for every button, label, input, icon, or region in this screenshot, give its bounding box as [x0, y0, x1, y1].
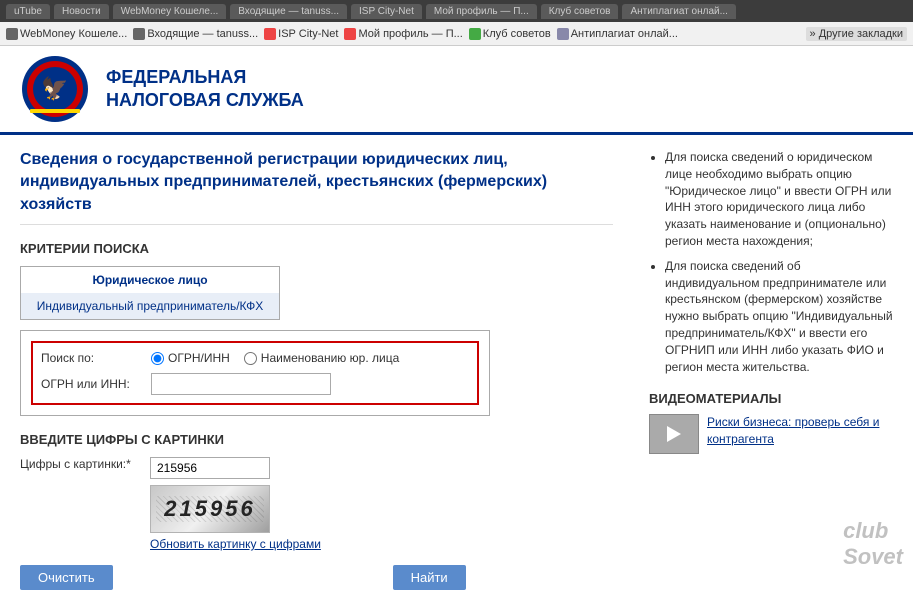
bookmark-favicon-webmoney [6, 28, 18, 40]
tab-youtube[interactable]: uTube [6, 4, 50, 19]
radio-name[interactable] [244, 352, 257, 365]
ogrn-row: ОГРН или ИНН: [41, 373, 469, 395]
site-header: 🦅 ФЕДЕРАЛЬНАЯ НАЛОГОВАЯ СЛУЖБА [0, 46, 913, 135]
entity-tabs: Юридическое лицо Индивидуальный предприн… [20, 266, 280, 320]
captcha-label: Цифры с картинки:* [20, 457, 140, 471]
bookmark-club[interactable]: Клуб советов [469, 28, 551, 40]
video-section-title: ВИДЕОМАТЕРИАЛЫ [649, 391, 897, 406]
tab-profile[interactable]: Мой профиль — П... [426, 4, 537, 19]
page-wrapper: 🦅 ФЕДЕРАЛЬНАЯ НАЛОГОВАЯ СЛУЖБА Сведения … [0, 46, 913, 604]
captcha-input[interactable] [150, 457, 270, 479]
captcha-section: ВВЕДИТЕ ЦИФРЫ С КАРТИНКИ Цифры с картинк… [20, 432, 613, 551]
search-form-inner: Поиск по: ОГРН/ИНН Наименованию юр. лица [31, 341, 479, 405]
bookmark-inbox[interactable]: Входящие — tanuss... [133, 28, 258, 40]
bookmark-isp[interactable]: ISP City-Net [264, 28, 338, 40]
tab-isp[interactable]: ISP City-Net [351, 4, 422, 19]
radio-name-label[interactable]: Наименованию юр. лица [244, 351, 399, 365]
ogrn-input[interactable] [151, 373, 331, 395]
browser-bar: uTube Новости WebMoney Кошеле... Входящи… [0, 0, 913, 22]
tab-individual-entrepreneur[interactable]: Индивидуальный предприниматель/КФХ [21, 293, 279, 319]
bookmark-webmoney[interactable]: WebMoney Кошеле... [6, 28, 127, 40]
logo-image: 🦅 [20, 54, 90, 124]
tab-club[interactable]: Клуб советов [541, 4, 619, 19]
captcha-row: Цифры с картинки:* 215956 Обновить карти… [20, 457, 613, 551]
search-by-row: Поиск по: ОГРН/ИНН Наименованию юр. лица [41, 351, 469, 365]
club-sovet-watermark: clubSovet [843, 518, 903, 570]
tab-webmoney[interactable]: WebMoney Кошеле... [113, 4, 227, 19]
captcha-section-title: ВВЕДИТЕ ЦИФРЫ С КАРТИНКИ [20, 432, 613, 447]
clear-button[interactable]: Очистить [20, 565, 113, 590]
tab-legal-entity[interactable]: Юридическое лицо [21, 267, 279, 293]
radio-ogrn-label[interactable]: ОГРН/ИНН [151, 351, 230, 365]
captcha-text: 215956 [164, 496, 255, 522]
content-area: Сведения о государственной регистрации ю… [0, 135, 913, 604]
tab-antiplag[interactable]: Антиплагиат онлай... [622, 4, 736, 19]
logo-text: ФЕДЕРАЛЬНАЯ НАЛОГОВАЯ СЛУЖБА [106, 66, 304, 113]
search-by-label: Поиск по: [41, 351, 141, 365]
info-bullets: Для поиска сведений о юридическом лице н… [649, 149, 897, 375]
video-item: Риски бизнеса: проверь себя и контрагент… [649, 414, 897, 454]
bookmark-favicon-inbox [133, 28, 145, 40]
play-icon [667, 426, 681, 442]
svg-text:🦅: 🦅 [41, 75, 68, 101]
captcha-input-col: 215956 Обновить картинку с цифрами [150, 457, 321, 551]
bookmarks-bar: WebMoney Кошеле... Входящие — tanuss... … [0, 22, 913, 46]
search-radio-group: ОГРН/ИНН Наименованию юр. лица [151, 351, 399, 365]
ogrn-label: ОГРН или ИНН: [41, 377, 141, 391]
captcha-label-col: Цифры с картинки:* [20, 457, 140, 471]
bookmark-profile[interactable]: Мой профиль — П... [344, 28, 462, 40]
bookmark-antiplag[interactable]: Антиплагиат онлай... [557, 28, 678, 40]
info-bullet-2: Для поиска сведений об индивидуальном пр… [665, 258, 897, 376]
page-title: Сведения о государственной регистрации ю… [20, 149, 613, 225]
radio-ogrn[interactable] [151, 352, 164, 365]
tab-news[interactable]: Новости [54, 4, 109, 19]
search-button[interactable]: Найти [393, 565, 466, 590]
bookmark-favicon-profile [344, 28, 356, 40]
captcha-refresh-link[interactable]: Обновить картинку с цифрами [150, 537, 321, 551]
search-section-title: КРИТЕРИИ ПОИСКА [20, 241, 613, 256]
search-form: Поиск по: ОГРН/ИНН Наименованию юр. лица [20, 330, 490, 416]
action-buttons: Очистить Найти [20, 565, 613, 590]
video-link[interactable]: Риски бизнеса: проверь себя и контрагент… [707, 414, 897, 448]
tab-inbox[interactable]: Входящие — tanuss... [230, 4, 347, 19]
other-bookmarks[interactable]: » Другие закладки [806, 27, 907, 41]
bookmark-favicon-antiplag [557, 28, 569, 40]
captcha-image: 215956 [150, 485, 270, 533]
video-thumbnail[interactable] [649, 414, 699, 454]
bookmark-favicon-isp [264, 28, 276, 40]
info-bullet-1: Для поиска сведений о юридическом лице н… [665, 149, 897, 250]
bookmark-favicon-club [469, 28, 481, 40]
main-content: Сведения о государственной регистрации ю… [0, 135, 633, 604]
